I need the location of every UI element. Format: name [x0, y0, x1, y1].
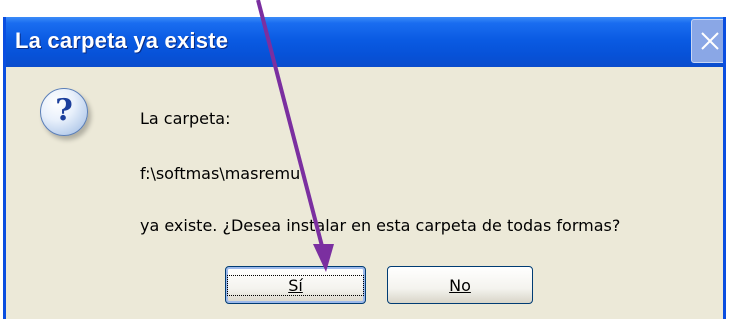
question-icon: ?: [40, 88, 88, 136]
message-line-folder-path: f:\softmas\masremu: [140, 164, 301, 183]
message-line-folder-label: La carpeta:: [140, 109, 231, 128]
message-line-question: ya existe. ¿Desea instalar en esta carpe…: [140, 216, 621, 235]
no-button[interactable]: No: [387, 266, 533, 304]
message-dialog: La carpeta ya existe ? La carpeta: f:\so…: [3, 17, 726, 319]
yes-button-label: Sí: [227, 275, 364, 296]
dialog-title: La carpeta ya existe: [15, 28, 229, 53]
title-bar[interactable]: La carpeta ya existe: [6, 17, 723, 67]
screen: La carpeta ya existe ? La carpeta: f:\so…: [0, 0, 729, 319]
yes-button[interactable]: Sí: [225, 266, 366, 304]
close-icon: [701, 32, 719, 50]
no-button-label: No: [449, 276, 471, 295]
close-button[interactable]: [691, 19, 723, 63]
